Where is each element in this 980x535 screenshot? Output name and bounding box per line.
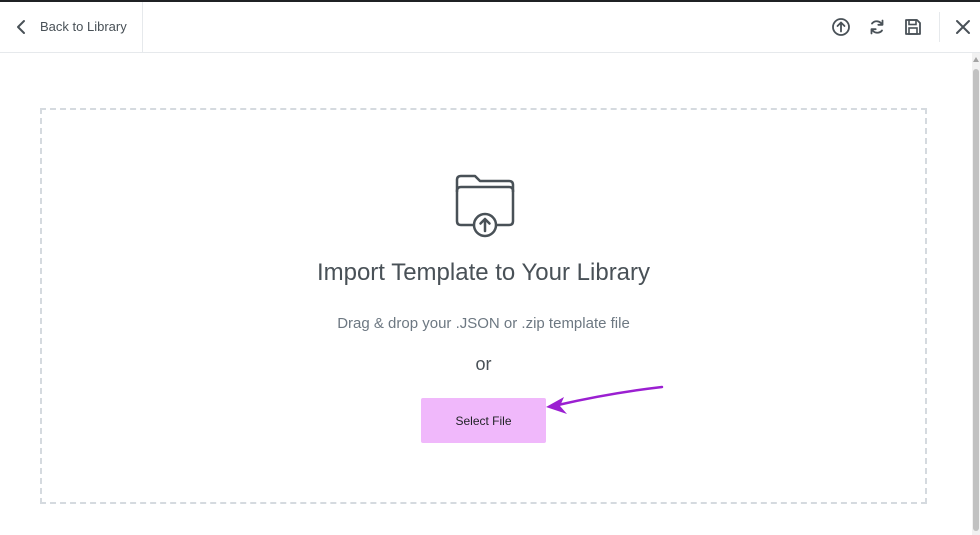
vertical-scrollbar[interactable] — [972, 53, 980, 535]
folder-upload-icon — [455, 174, 515, 238]
export-button[interactable] — [830, 16, 852, 38]
or-label: or — [475, 354, 492, 374]
back-to-library-link[interactable]: Back to Library — [0, 2, 143, 52]
save-icon — [905, 19, 921, 35]
header-divider — [939, 12, 940, 42]
scroll-up-arrow-icon[interactable] — [973, 57, 979, 62]
export-icon — [832, 18, 850, 36]
close-button[interactable] — [952, 16, 974, 38]
select-file-button[interactable]: Select File — [421, 398, 546, 443]
close-icon — [956, 20, 970, 34]
scrollbar-thumb[interactable] — [973, 69, 979, 531]
save-button[interactable] — [902, 16, 924, 38]
import-title: Import Template to Your Library — [316, 259, 651, 286]
import-subtitle: Drag & drop your .JSON or .zip template … — [337, 315, 630, 332]
modal-header: Back to Library — [0, 2, 980, 53]
sync-button[interactable] — [866, 16, 888, 38]
import-content-area: Import Template to Your Library Drag & d… — [0, 53, 972, 535]
chevron-left-icon — [17, 20, 25, 34]
file-drop-zone[interactable]: Import Template to Your Library Drag & d… — [40, 108, 927, 504]
back-to-library-label: Back to Library — [40, 19, 127, 34]
annotation-arrow-icon — [546, 385, 664, 414]
sync-icon — [870, 19, 884, 35]
